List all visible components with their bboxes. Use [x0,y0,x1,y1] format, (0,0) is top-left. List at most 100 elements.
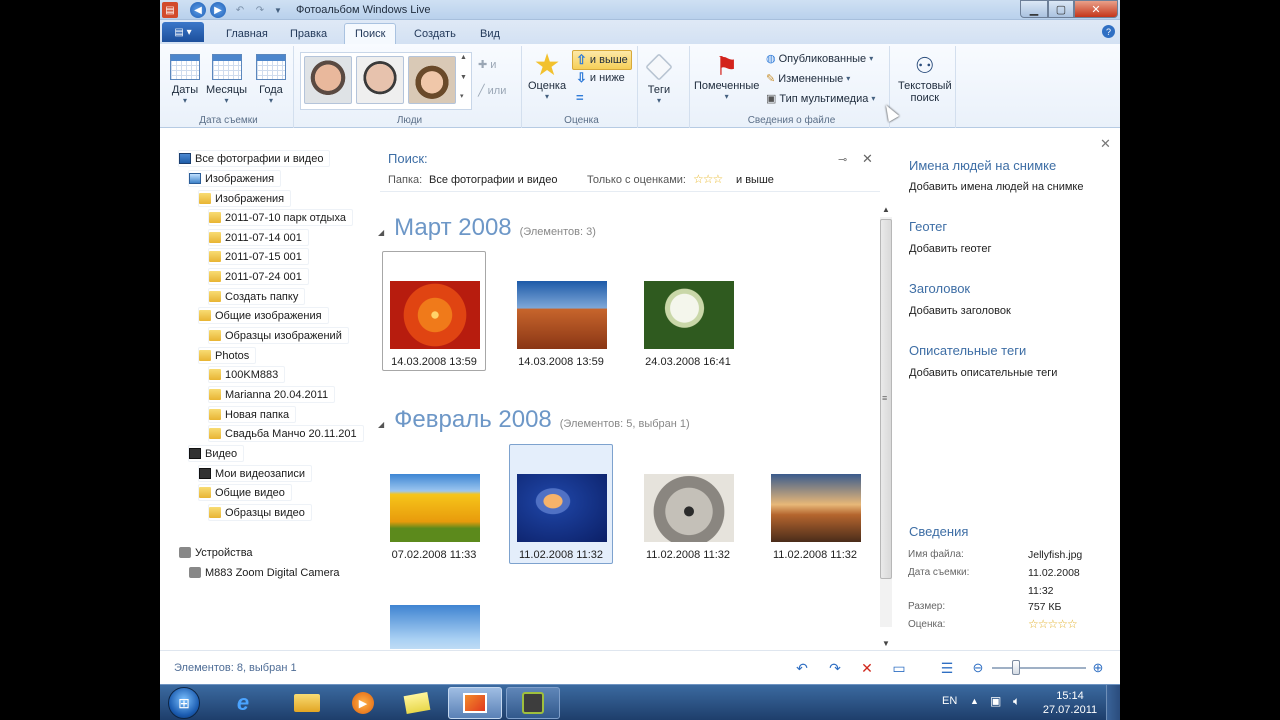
person-thumbnail[interactable] [356,56,404,104]
date-taken-value[interactable]: 11.02.2008 [1028,567,1080,579]
people-and-button[interactable]: ✚ и [478,58,496,72]
taskbar-explorer-icon[interactable] [280,687,334,719]
gallery-scroll-down-icon[interactable]: ▼ [460,74,467,81]
nav-folder[interactable]: Marianna 20.04.2011 [208,386,336,403]
tab-search[interactable]: Поиск [344,23,397,44]
months-button[interactable]: Месяцы ▾ [206,54,247,105]
app-menu-icon[interactable]: ▤ [162,2,178,18]
rating-button[interactable]: ★ Оценка ▾ [528,51,566,102]
forward-button[interactable]: ▶ [210,2,226,18]
quick-access-dropdown-icon[interactable]: ▼ [270,2,286,18]
rotate-left-icon[interactable]: ↶ [793,659,811,677]
nav-videos-library[interactable]: Видео [188,445,245,462]
rotate-right-icon[interactable]: ↷ [826,659,844,677]
changed-button[interactable]: ✎ Измененные ▾ [766,72,850,86]
nav-folder[interactable]: Образцы видео [208,504,312,521]
zoom-slider[interactable] [992,667,1086,669]
zoom-in-icon[interactable]: ⊕ [1089,659,1107,677]
nav-folder[interactable]: Свадьба Манчо 20.11.201 [208,425,364,442]
years-button[interactable]: Года ▾ [256,54,286,105]
vertical-scrollbar[interactable]: ▲ ≡ ▼ [880,205,892,650]
network-icon[interactable]: ▣ [990,694,1001,708]
scroll-down-icon[interactable]: ▼ [882,639,890,648]
photo-thumbnail[interactable]: 24.03.2008 16:41 [636,251,740,371]
people-or-button[interactable]: ╱ или [478,84,506,98]
nav-all-photos[interactable]: Все фотографии и видео [178,150,331,167]
nav-folder[interactable]: Новая папка [208,406,297,423]
taskbar-photo-gallery-icon[interactable] [448,687,502,719]
nav-pictures-library[interactable]: Изображения [188,170,282,187]
add-tags-link[interactable]: Добавить описательные теги [909,367,1057,379]
nav-folder[interactable]: 100KM883 [208,366,286,383]
nav-devices[interactable]: Устройства [178,544,260,561]
tab-edit[interactable]: Правка [280,23,337,44]
nav-create-folder[interactable]: Создать папку [208,288,306,305]
language-indicator[interactable]: EN [942,695,957,707]
details-view-icon[interactable]: ☰ [938,659,956,677]
nav-my-videos[interactable]: Мои видеозаписи [198,465,313,482]
undo-icon[interactable]: ↶ [232,2,248,18]
add-caption-link[interactable]: Добавить заголовок [909,305,1011,317]
back-button[interactable]: ◀ [190,2,206,18]
search-rating-stars[interactable]: ☆☆☆ [693,172,723,186]
time-taken-value[interactable]: 11:32 [1028,585,1054,597]
help-icon[interactable]: ? [1102,25,1115,38]
start-button[interactable]: ⊞ [168,687,200,719]
scroll-up-icon[interactable]: ▲ [882,205,890,214]
search-folder-value[interactable]: Все фотографии и видео [429,174,557,186]
close-button[interactable]: ✕ [1074,0,1118,18]
nav-public-videos[interactable]: Общие видео [198,484,292,501]
close-info-pane-icon[interactable]: ✕ [1100,136,1111,152]
group-header-march[interactable]: ◢ Март 2008 (Элементов: 3) [378,214,596,242]
redo-icon[interactable]: ↷ [252,2,268,18]
nav-folder[interactable]: 2011-07-24 001 [208,268,309,285]
zoom-slider-handle[interactable] [1012,660,1020,675]
volume-icon[interactable]: 🔈︎ [1013,694,1020,709]
nav-folder[interactable]: 2011-07-10 парк отдыха [208,209,353,226]
nav-public-pictures[interactable]: Общие изображения [198,307,329,324]
tags-button[interactable]: Теги ▾ [645,53,673,105]
file-menu-button[interactable]: ▤ ▾ [162,22,204,42]
gallery-expand-icon[interactable]: ▾ [460,92,464,100]
tab-home[interactable]: Главная [216,23,278,44]
filename-value[interactable]: Jellyfish.jpg [1028,549,1082,561]
tab-create[interactable]: Создать [404,23,466,44]
photo-thumbnail[interactable]: 11.02.2008 11:32 [636,444,740,564]
taskbar-movie-maker-icon[interactable] [506,687,560,719]
add-geotag-link[interactable]: Добавить геотег [909,243,991,255]
rating-stars[interactable]: ☆☆☆☆☆ [1028,617,1078,631]
taskbar-ie-icon[interactable]: e [216,687,270,719]
pin-icon[interactable]: ⊸ [838,153,847,166]
maximize-button[interactable]: ▢ [1048,0,1074,18]
nav-camera-device[interactable]: M883 Zoom Digital Camera [188,564,347,581]
equals-button[interactable]: = [576,90,584,105]
dates-button[interactable]: Даты ▾ [170,54,200,105]
slideshow-icon[interactable]: ▭ [890,659,908,677]
photo-thumbnail[interactable]: 11.02.2008 11:32 [763,444,867,564]
close-search-icon[interactable]: ✕ [862,151,873,167]
taskbar-notes-icon[interactable] [390,687,444,719]
media-type-button[interactable]: ▣ Тип мультимедиа ▾ [766,92,875,106]
add-people-link[interactable]: Добавить имена людей на снимке [909,181,1084,193]
show-hidden-icons-icon[interactable]: ▲ [970,696,979,706]
zoom-out-icon[interactable]: ⊖ [969,659,987,677]
gallery-scroll-up-icon[interactable]: ▲ [460,54,467,61]
taskbar-media-player-icon[interactable]: ▶ [336,687,390,719]
photo-thumbnail[interactable]: 07.02.2008 11:33 [382,444,486,564]
photo-thumbnail[interactable]: 14.03.2008 13:59 [382,251,486,371]
person-thumbnail[interactable] [408,56,456,104]
text-search-button[interactable]: ⚇ Текстовый поиск [898,52,952,104]
tab-view[interactable]: Вид [470,23,510,44]
search-rating-suffix[interactable]: и выше [736,174,774,186]
flagged-button[interactable]: ⚑ Помеченные ▾ [694,52,759,101]
person-thumbnail[interactable] [304,56,352,104]
clock[interactable]: 15:14 27.07.2011 [1040,689,1100,717]
nav-photos[interactable]: Photos [198,347,257,364]
delete-icon[interactable]: ✕ [858,659,876,677]
and-above-button[interactable]: ⇧ и выше [572,50,632,70]
nav-my-pictures[interactable]: Изображения [198,190,292,207]
nav-folder[interactable]: Образцы изображений [208,327,349,344]
minimize-button[interactable]: ▁ [1020,0,1048,18]
photo-thumbnail-selected[interactable]: 11.02.2008 11:32 [509,444,613,564]
nav-folder[interactable]: 2011-07-15 001 [208,248,309,265]
